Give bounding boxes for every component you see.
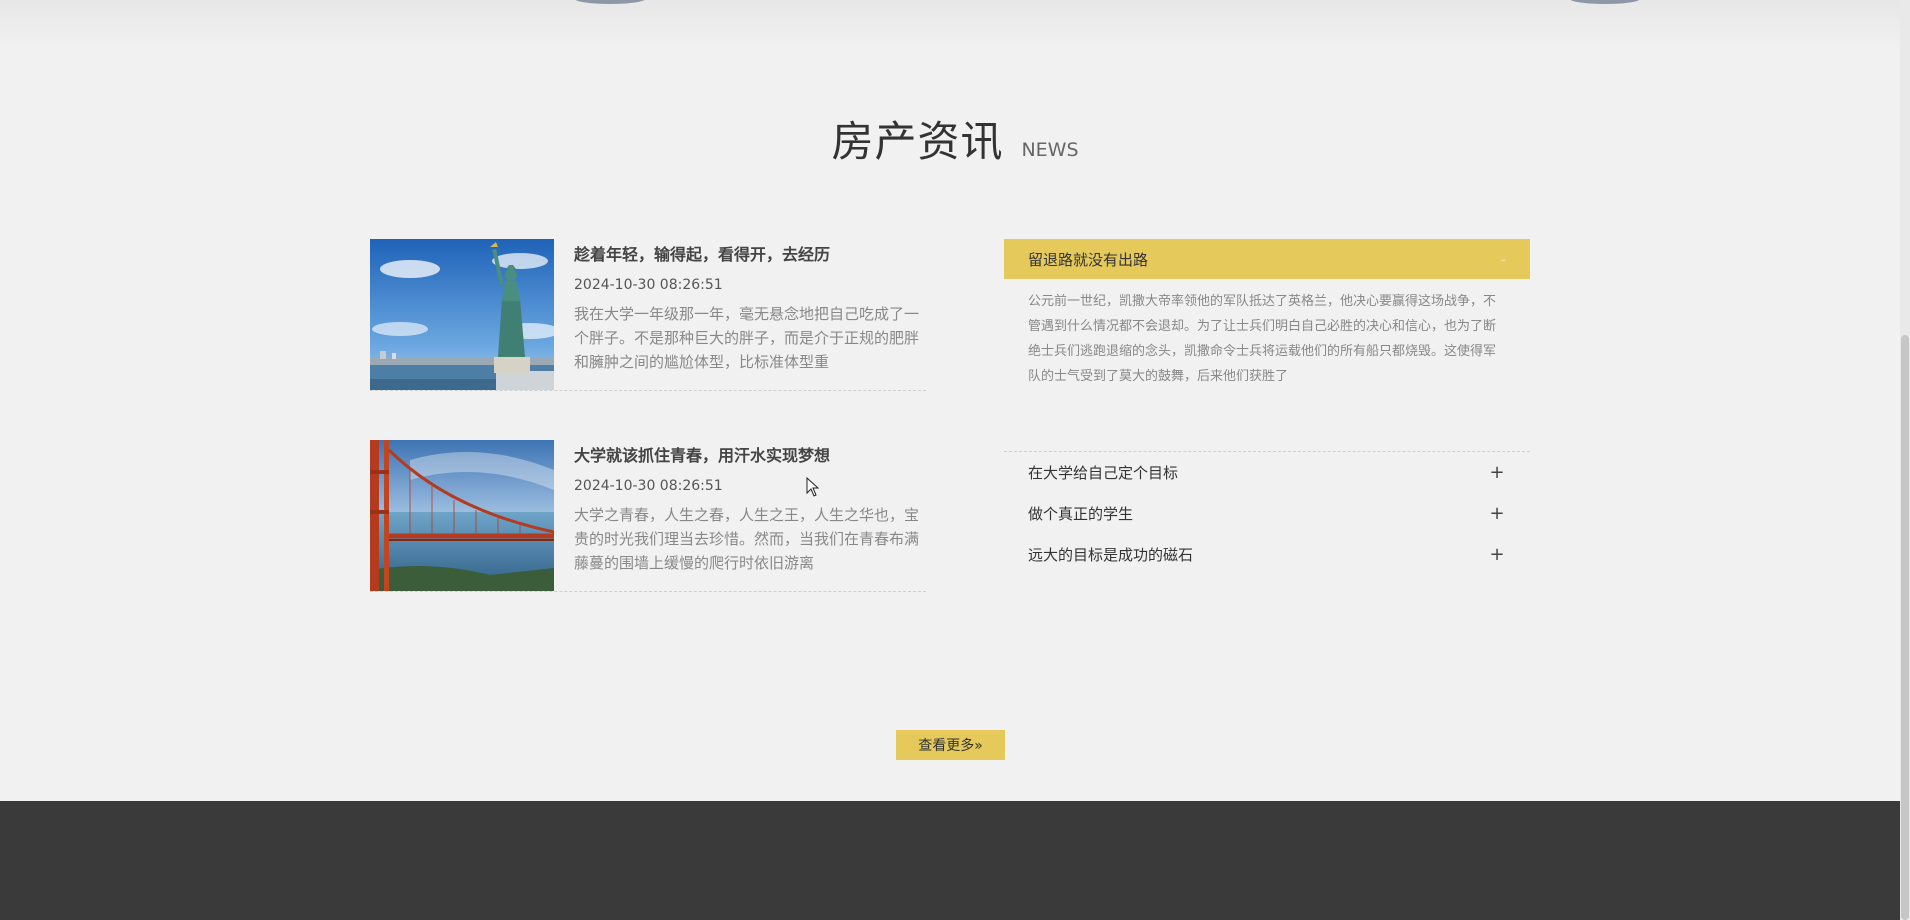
news-body: 大学就该抓住青春，用汗水实现梦想 2024-10-30 08:26:51 大学之…: [574, 442, 924, 575]
news-date: 2024-10-30 08:26:51: [574, 277, 723, 293]
accordion-header-title: 留退路就没有出路: [1028, 250, 1149, 269]
plus-icon[interactable]: +: [1488, 462, 1506, 483]
news-title[interactable]: 趁着年轻，输得起，看得开，去经历: [574, 241, 924, 265]
footer: [0, 801, 1900, 920]
section-title: 房产资讯 NEWS: [0, 108, 1910, 169]
statue-of-liberty-photo[interactable]: [370, 239, 554, 390]
news-item[interactable]: 大学就该抓住青春，用汗水实现梦想 2024-10-30 08:26:51 大学之…: [370, 440, 926, 592]
section-title-cn: 房产资讯: [831, 117, 1004, 166]
news-date: 2024-10-30 08:26:51: [574, 478, 723, 494]
accordion-item-title: 做个真正的学生: [1028, 505, 1134, 523]
accordion-item[interactable]: 在大学给自己定个目标 +: [1004, 452, 1530, 493]
accordion-panel-text: 公元前一世纪，凯撒大帝率领他的军队抵达了英格兰，他决心要赢得这场战争，不管遇到什…: [1004, 279, 1530, 452]
accordion-item-title: 在大学给自己定个目标: [1028, 464, 1179, 482]
news-item[interactable]: 趁着年轻，输得起，看得开，去经历 2024-10-30 08:26:51 我在大…: [370, 239, 926, 391]
mouse-cursor-icon: [806, 477, 820, 497]
top-banner-edge: [0, 0, 1910, 50]
accordion-header-active[interactable]: 留退路就没有出路 -: [1004, 239, 1530, 279]
news-summary: 大学之青春，人生之春，人生之王，人生之华也，宝贵的时光我们理当去珍惜。然而，当我…: [574, 506, 920, 572]
scrollbar-thumb[interactable]: [1901, 335, 1909, 920]
plus-icon[interactable]: +: [1488, 544, 1506, 565]
plus-icon[interactable]: +: [1488, 503, 1506, 524]
accordion-item[interactable]: 做个真正的学生 +: [1004, 493, 1530, 534]
banner-arc-right: [1570, 0, 1640, 4]
news-title[interactable]: 大学就该抓住青春，用汗水实现梦想: [574, 442, 924, 466]
faq-accordion: 留退路就没有出路 - 公元前一世纪，凯撒大帝率领他的军队抵达了英格兰，他决心要赢…: [1004, 239, 1530, 575]
page: 房产资讯 NEWS 趁着年轻，输得起，看得开，去经历 2024-10-30 08…: [0, 0, 1910, 920]
page-scrollbar[interactable]: [1900, 0, 1910, 920]
news-list: 趁着年轻，输得起，看得开，去经历 2024-10-30 08:26:51 我在大…: [370, 239, 926, 641]
accordion-item-title: 远大的目标是成功的磁石: [1028, 546, 1194, 564]
news-summary: 我在大学一年级那一年，毫无悬念地把自己吃成了一个胖子。不是那种巨大的胖子，而是介…: [574, 305, 920, 371]
accordion-item[interactable]: 远大的目标是成功的磁石 +: [1004, 534, 1530, 575]
collapse-icon[interactable]: -: [1500, 250, 1506, 269]
golden-gate-bridge-photo[interactable]: [370, 440, 554, 591]
banner-arc-left: [575, 0, 645, 4]
view-more-button[interactable]: 查看更多»: [896, 730, 1005, 760]
section-title-en: NEWS: [1021, 139, 1079, 161]
news-body: 趁着年轻，输得起，看得开，去经历 2024-10-30 08:26:51 我在大…: [574, 241, 924, 374]
